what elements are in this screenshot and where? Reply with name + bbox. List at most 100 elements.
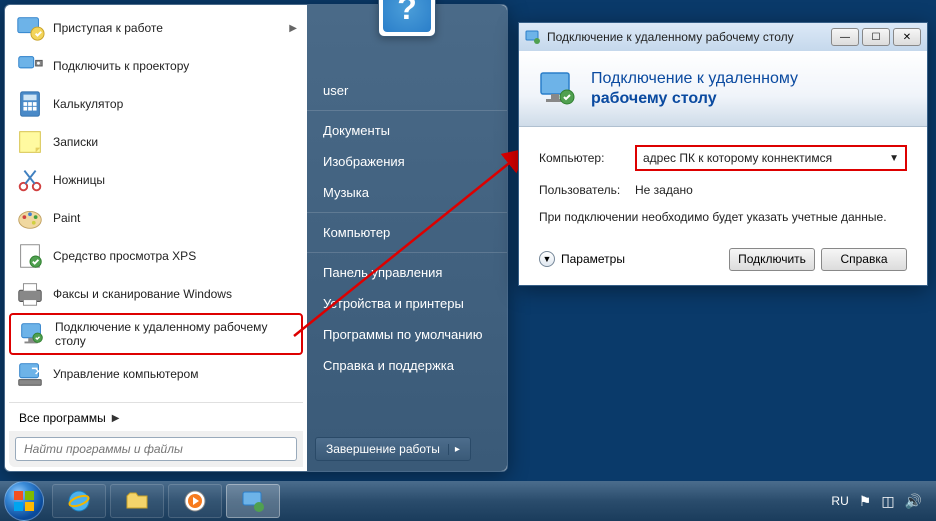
media-player-icon bbox=[182, 488, 208, 514]
program-label: Приступая к работе bbox=[53, 21, 289, 35]
projector-icon bbox=[15, 51, 45, 81]
minimize-button[interactable]: — bbox=[831, 28, 859, 46]
search-row bbox=[9, 431, 303, 467]
volume-icon[interactable]: 🔊 bbox=[905, 493, 922, 510]
program-item-calculator[interactable]: Калькулятор bbox=[9, 85, 303, 123]
titlebar[interactable]: Подключение к удаленному рабочему столу … bbox=[519, 23, 927, 51]
heading-line2: рабочему столу bbox=[591, 89, 798, 108]
heading-line1: Подключение к удаленному bbox=[591, 69, 798, 88]
right-item-user[interactable]: user bbox=[307, 75, 507, 106]
program-item-computer-mgmt[interactable]: Управление компьютером bbox=[9, 355, 303, 393]
rdp-icon bbox=[240, 488, 266, 514]
program-item-sticky-notes[interactable]: Записки bbox=[9, 123, 303, 161]
folder-icon bbox=[124, 488, 150, 514]
program-item-getting-started[interactable]: Приступая к работе ▶ bbox=[9, 9, 303, 47]
chevron-right-icon: ▶ bbox=[112, 413, 120, 424]
separator bbox=[307, 252, 507, 253]
help-icon: ? bbox=[383, 0, 431, 32]
right-item-music[interactable]: Музыка bbox=[307, 177, 507, 208]
program-label: Paint bbox=[53, 211, 297, 225]
options-expander[interactable]: ▼ Параметры bbox=[539, 251, 625, 267]
program-label: Управление компьютером bbox=[53, 367, 297, 381]
xps-icon bbox=[15, 241, 45, 271]
program-label: Подключить к проектору bbox=[53, 59, 297, 73]
rdp-large-icon bbox=[537, 69, 577, 109]
system-tray: RU ⚑ ◫ 🔊 bbox=[831, 493, 932, 510]
program-label: Калькулятор bbox=[53, 97, 297, 111]
help-button[interactable]: Справка bbox=[821, 248, 907, 271]
program-list: Приступая к работе ▶ Подключить к проект… bbox=[9, 9, 303, 400]
program-item-xps-viewer[interactable]: Средство просмотра XPS bbox=[9, 237, 303, 275]
shutdown-button[interactable]: Завершение работы ▸ bbox=[315, 437, 471, 461]
options-label: Параметры bbox=[561, 252, 625, 266]
rdp-dialog: Подключение к удаленному рабочему столу … bbox=[518, 22, 928, 286]
connect-button[interactable]: Подключить bbox=[729, 248, 815, 271]
start-menu: Приступая к работе ▶ Подключить к проект… bbox=[4, 4, 508, 472]
separator bbox=[307, 110, 507, 111]
shutdown-label: Завершение работы bbox=[326, 442, 440, 456]
program-item-snipping[interactable]: Ножницы bbox=[9, 161, 303, 199]
shutdown-row: Завершение работы ▸ bbox=[307, 427, 507, 471]
right-item-computer[interactable]: Компьютер bbox=[307, 217, 507, 248]
getting-started-icon bbox=[15, 13, 45, 43]
right-item-devices[interactable]: Устройства и принтеры bbox=[307, 288, 507, 319]
user-label: Пользователь: bbox=[539, 183, 635, 197]
flag-icon[interactable]: ⚑ bbox=[859, 493, 872, 510]
dialog-header: Подключение к удаленному рабочему столу bbox=[519, 51, 927, 127]
taskbar-explorer[interactable] bbox=[110, 484, 164, 518]
program-item-paint[interactable]: Paint bbox=[9, 199, 303, 237]
program-label: Средство просмотра XPS bbox=[53, 249, 297, 263]
right-item-pictures[interactable]: Изображения bbox=[307, 146, 507, 177]
computer-mgmt-icon bbox=[15, 359, 45, 389]
computer-value: адрес ПК к которому коннектимся bbox=[643, 151, 832, 165]
program-item-fax-scan[interactable]: Факсы и сканирование Windows bbox=[9, 275, 303, 313]
ie-icon bbox=[66, 488, 92, 514]
scissors-icon bbox=[15, 165, 45, 195]
user-value: Не задано bbox=[635, 183, 693, 197]
sticky-notes-icon bbox=[15, 127, 45, 157]
right-item-default-programs[interactable]: Программы по умолчанию bbox=[307, 319, 507, 350]
titlebar-text: Подключение к удаленному рабочему столу bbox=[547, 30, 794, 44]
all-programs[interactable]: Все программы ▶ bbox=[9, 405, 303, 431]
computer-label: Компьютер: bbox=[539, 151, 635, 165]
program-item-projector[interactable]: Подключить к проектору bbox=[9, 47, 303, 85]
right-item-help[interactable]: Справка и поддержка bbox=[307, 350, 507, 381]
chevron-down-icon: ▼ bbox=[889, 153, 899, 164]
program-label: Факсы и сканирование Windows bbox=[53, 287, 297, 301]
computer-field-row: Компьютер: адрес ПК к которому коннектим… bbox=[539, 145, 907, 171]
start-button[interactable] bbox=[4, 481, 44, 521]
separator bbox=[307, 212, 507, 213]
program-label: Ножницы bbox=[53, 173, 297, 187]
windows-logo-icon bbox=[14, 491, 34, 511]
user-field-row: Пользователь: Не задано bbox=[539, 183, 907, 197]
program-item-rdp[interactable]: Подключение к удаленному рабочему столу bbox=[9, 313, 303, 355]
dialog-heading: Подключение к удаленному рабочему столу bbox=[591, 69, 798, 107]
all-programs-label: Все программы bbox=[19, 411, 106, 425]
taskbar: RU ⚑ ◫ 🔊 bbox=[0, 481, 936, 521]
taskbar-wmplayer[interactable] bbox=[168, 484, 222, 518]
start-menu-left-pane: Приступая к работе ▶ Подключить к проект… bbox=[5, 5, 307, 471]
computer-combobox[interactable]: адрес ПК к которому коннектимся ▼ bbox=[635, 145, 907, 171]
taskbar-ie[interactable] bbox=[52, 484, 106, 518]
dialog-body: Компьютер: адрес ПК к которому коннектим… bbox=[519, 127, 927, 240]
close-button[interactable]: ✕ bbox=[893, 28, 921, 46]
chevron-right-icon: ▸ bbox=[448, 444, 460, 455]
rdp-icon bbox=[17, 319, 47, 349]
right-item-control-panel[interactable]: Панель управления bbox=[307, 257, 507, 288]
search-input[interactable] bbox=[15, 437, 297, 461]
maximize-button[interactable]: ☐ bbox=[862, 28, 890, 46]
rdp-small-icon bbox=[525, 29, 541, 45]
taskbar-rdp[interactable] bbox=[226, 484, 280, 518]
paint-icon bbox=[15, 203, 45, 233]
language-indicator[interactable]: RU bbox=[831, 494, 848, 508]
avatar[interactable]: ? bbox=[378, 0, 436, 37]
program-label: Подключение к удаленному рабочему столу bbox=[55, 320, 295, 349]
separator bbox=[9, 402, 303, 403]
start-menu-right-pane: ? user Документы Изображения Музыка Комп… bbox=[307, 5, 507, 471]
program-label: Записки bbox=[53, 135, 297, 149]
chevron-down-icon: ▼ bbox=[539, 251, 555, 267]
dialog-footer: ▼ Параметры Подключить Справка bbox=[519, 240, 927, 285]
right-item-documents[interactable]: Документы bbox=[307, 115, 507, 146]
network-icon[interactable]: ◫ bbox=[881, 493, 894, 510]
fax-icon bbox=[15, 279, 45, 309]
